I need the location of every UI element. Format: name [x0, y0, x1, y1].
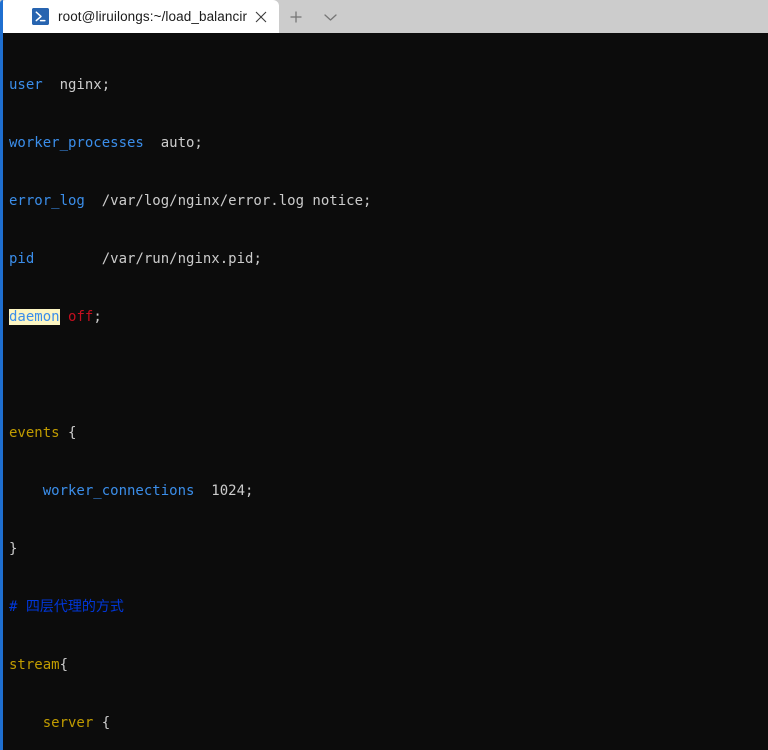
nginx-config-text: user nginx; worker_processes auto; error…	[0, 37, 768, 750]
terminal-pane[interactable]: user nginx; worker_processes auto; error…	[0, 33, 768, 750]
highlighted-directive-daemon: daemon	[9, 308, 60, 325]
tab-title: root@liruilongs:~/load_balancir	[58, 9, 248, 24]
close-icon[interactable]	[247, 3, 275, 31]
directive-worker-processes: worker_processes	[9, 134, 144, 151]
code-line: }	[9, 540, 768, 559]
window-titlebar: root@liruilongs:~/load_balancir	[0, 0, 768, 33]
directive-worker-connections: worker_connections	[42, 482, 195, 499]
code-line: events {	[9, 424, 768, 443]
code-line: worker_processes auto;	[9, 134, 768, 153]
tab-accent-bar	[0, 0, 3, 33]
code-line: worker_connections 1024;	[9, 482, 768, 501]
value-user: nginx;	[42, 76, 111, 93]
block-events: events	[9, 424, 60, 441]
new-tab-button[interactable]	[279, 1, 313, 33]
code-line: user nginx;	[9, 76, 768, 95]
titlebar-drag-region	[347, 0, 768, 33]
code-line: pid /var/run/nginx.pid;	[9, 250, 768, 269]
value-error-log: /var/log/nginx/error.log notice;	[84, 192, 372, 209]
code-line: server {	[9, 714, 768, 733]
chevron-down-icon[interactable]	[313, 1, 347, 33]
code-line: error_log /var/log/nginx/error.log notic…	[9, 192, 768, 211]
directive-pid: pid	[9, 250, 35, 267]
brace: }	[9, 540, 18, 557]
directive-error-log: error_log	[9, 192, 85, 209]
comment-hash: #	[9, 598, 26, 615]
directive-user: user	[9, 76, 43, 93]
brace: {	[59, 424, 77, 441]
code-line: stream{	[9, 656, 768, 675]
code-line: daemon off;	[9, 308, 768, 327]
brace: {	[59, 657, 69, 673]
comment-stream-proxy: 四层代理的方式	[25, 598, 124, 615]
terminal-tab[interactable]: root@liruilongs:~/load_balancir	[0, 0, 280, 33]
block-server-stream: server	[42, 715, 94, 732]
value-worker-processes: auto;	[143, 134, 203, 151]
value-daemon: off	[68, 308, 94, 325]
value-pid: /var/run/nginx.pid;	[34, 250, 262, 267]
block-stream: stream	[9, 657, 60, 673]
brace: {	[93, 715, 111, 732]
value-worker-connections: 1024;	[194, 482, 254, 499]
semicolon: ;	[93, 308, 102, 325]
powershell-icon	[32, 8, 49, 25]
pane-focus-border	[0, 33, 3, 750]
code-line: # 四层代理的方式	[9, 598, 768, 617]
